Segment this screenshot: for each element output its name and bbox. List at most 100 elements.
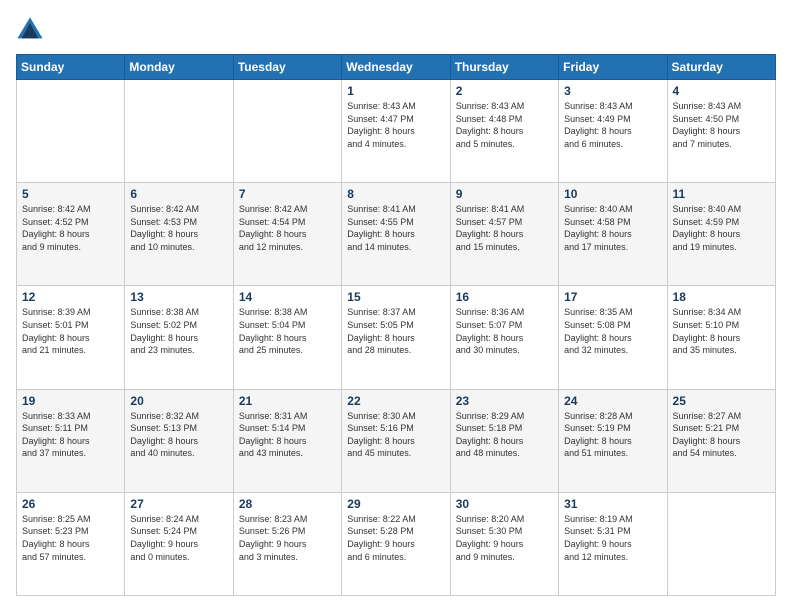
calendar-header: SundayMondayTuesdayWednesdayThursdayFrid… (17, 55, 776, 80)
cell-info: Sunrise: 8:41 AM Sunset: 4:57 PM Dayligh… (456, 203, 553, 253)
day-number: 8 (347, 187, 444, 201)
cell-info: Sunrise: 8:35 AM Sunset: 5:08 PM Dayligh… (564, 306, 661, 356)
calendar-week-row: 26 Sunrise: 8:25 AM Sunset: 5:23 PM Dayli… (17, 492, 776, 595)
weekday-header: Sunday (17, 55, 125, 80)
calendar-cell: 5 Sunrise: 8:42 AM Sunset: 4:52 PM Daylig… (17, 183, 125, 286)
calendar-cell: 9 Sunrise: 8:41 AM Sunset: 4:57 PM Daylig… (450, 183, 558, 286)
calendar: SundayMondayTuesdayWednesdayThursdayFrid… (16, 54, 776, 596)
calendar-cell: 3 Sunrise: 8:43 AM Sunset: 4:49 PM Daylig… (559, 80, 667, 183)
calendar-cell (233, 80, 341, 183)
day-number: 15 (347, 290, 444, 304)
calendar-cell: 19 Sunrise: 8:33 AM Sunset: 5:11 PM Dayli… (17, 389, 125, 492)
day-number: 23 (456, 394, 553, 408)
day-number: 12 (22, 290, 119, 304)
cell-info: Sunrise: 8:22 AM Sunset: 5:28 PM Dayligh… (347, 513, 444, 563)
weekday-header: Wednesday (342, 55, 450, 80)
day-number: 4 (673, 84, 770, 98)
cell-info: Sunrise: 8:43 AM Sunset: 4:50 PM Dayligh… (673, 100, 770, 150)
day-number: 27 (130, 497, 227, 511)
cell-info: Sunrise: 8:39 AM Sunset: 5:01 PM Dayligh… (22, 306, 119, 356)
cell-info: Sunrise: 8:42 AM Sunset: 4:54 PM Dayligh… (239, 203, 336, 253)
day-number: 20 (130, 394, 227, 408)
calendar-cell: 24 Sunrise: 8:28 AM Sunset: 5:19 PM Dayli… (559, 389, 667, 492)
calendar-cell: 27 Sunrise: 8:24 AM Sunset: 5:24 PM Dayli… (125, 492, 233, 595)
cell-info: Sunrise: 8:24 AM Sunset: 5:24 PM Dayligh… (130, 513, 227, 563)
header (16, 16, 776, 44)
cell-info: Sunrise: 8:43 AM Sunset: 4:48 PM Dayligh… (456, 100, 553, 150)
day-number: 9 (456, 187, 553, 201)
calendar-cell: 29 Sunrise: 8:22 AM Sunset: 5:28 PM Dayli… (342, 492, 450, 595)
day-number: 3 (564, 84, 661, 98)
calendar-cell: 12 Sunrise: 8:39 AM Sunset: 5:01 PM Dayli… (17, 286, 125, 389)
day-number: 26 (22, 497, 119, 511)
day-number: 21 (239, 394, 336, 408)
cell-info: Sunrise: 8:40 AM Sunset: 4:59 PM Dayligh… (673, 203, 770, 253)
calendar-cell: 15 Sunrise: 8:37 AM Sunset: 5:05 PM Dayli… (342, 286, 450, 389)
calendar-cell (17, 80, 125, 183)
day-number: 14 (239, 290, 336, 304)
calendar-cell: 1Sunrise: 8:43 AM Sunset: 4:47 PM Daylig… (342, 80, 450, 183)
day-number: 31 (564, 497, 661, 511)
cell-info: Sunrise: 8:38 AM Sunset: 5:02 PM Dayligh… (130, 306, 227, 356)
calendar-week-row: 1Sunrise: 8:43 AM Sunset: 4:47 PM Daylig… (17, 80, 776, 183)
calendar-cell: 7 Sunrise: 8:42 AM Sunset: 4:54 PM Daylig… (233, 183, 341, 286)
day-number: 29 (347, 497, 444, 511)
calendar-cell: 20 Sunrise: 8:32 AM Sunset: 5:13 PM Dayli… (125, 389, 233, 492)
calendar-cell: 25Sunrise: 8:27 AM Sunset: 5:21 PM Dayli… (667, 389, 775, 492)
weekday-header: Tuesday (233, 55, 341, 80)
cell-info: Sunrise: 8:28 AM Sunset: 5:19 PM Dayligh… (564, 410, 661, 460)
day-number: 19 (22, 394, 119, 408)
calendar-week-row: 5 Sunrise: 8:42 AM Sunset: 4:52 PM Daylig… (17, 183, 776, 286)
calendar-body: 1Sunrise: 8:43 AM Sunset: 4:47 PM Daylig… (17, 80, 776, 596)
day-number: 22 (347, 394, 444, 408)
calendar-cell: 30Sunrise: 8:20 AM Sunset: 5:30 PM Dayli… (450, 492, 558, 595)
calendar-cell (125, 80, 233, 183)
logo (16, 16, 48, 44)
cell-info: Sunrise: 8:29 AM Sunset: 5:18 PM Dayligh… (456, 410, 553, 460)
calendar-cell: 31 Sunrise: 8:19 AM Sunset: 5:31 PM Dayli… (559, 492, 667, 595)
day-number: 30 (456, 497, 553, 511)
weekday-header: Monday (125, 55, 233, 80)
calendar-week-row: 12 Sunrise: 8:39 AM Sunset: 5:01 PM Dayli… (17, 286, 776, 389)
calendar-cell: 16Sunrise: 8:36 AM Sunset: 5:07 PM Dayli… (450, 286, 558, 389)
day-number: 7 (239, 187, 336, 201)
cell-info: Sunrise: 8:23 AM Sunset: 5:26 PM Dayligh… (239, 513, 336, 563)
weekday-header: Friday (559, 55, 667, 80)
cell-info: Sunrise: 8:19 AM Sunset: 5:31 PM Dayligh… (564, 513, 661, 563)
calendar-cell: 21 Sunrise: 8:31 AM Sunset: 5:14 PM Dayli… (233, 389, 341, 492)
calendar-cell: 22 Sunrise: 8:30 AM Sunset: 5:16 PM Dayli… (342, 389, 450, 492)
day-number: 28 (239, 497, 336, 511)
weekday-header: Thursday (450, 55, 558, 80)
calendar-cell: 8Sunrise: 8:41 AM Sunset: 4:55 PM Daylig… (342, 183, 450, 286)
cell-info: Sunrise: 8:25 AM Sunset: 5:23 PM Dayligh… (22, 513, 119, 563)
calendar-cell: 28 Sunrise: 8:23 AM Sunset: 5:26 PM Dayli… (233, 492, 341, 595)
page: SundayMondayTuesdayWednesdayThursdayFrid… (0, 0, 792, 612)
cell-info: Sunrise: 8:38 AM Sunset: 5:04 PM Dayligh… (239, 306, 336, 356)
cell-info: Sunrise: 8:43 AM Sunset: 4:49 PM Dayligh… (564, 100, 661, 150)
cell-info: Sunrise: 8:30 AM Sunset: 5:16 PM Dayligh… (347, 410, 444, 460)
calendar-cell: 13 Sunrise: 8:38 AM Sunset: 5:02 PM Dayli… (125, 286, 233, 389)
calendar-cell (667, 492, 775, 595)
calendar-cell: 23 Sunrise: 8:29 AM Sunset: 5:18 PM Dayli… (450, 389, 558, 492)
weekday-header: Saturday (667, 55, 775, 80)
cell-info: Sunrise: 8:40 AM Sunset: 4:58 PM Dayligh… (564, 203, 661, 253)
calendar-cell: 17 Sunrise: 8:35 AM Sunset: 5:08 PM Dayli… (559, 286, 667, 389)
calendar-cell: 26 Sunrise: 8:25 AM Sunset: 5:23 PM Dayli… (17, 492, 125, 595)
cell-info: Sunrise: 8:43 AM Sunset: 4:47 PM Dayligh… (347, 100, 444, 150)
calendar-week-row: 19 Sunrise: 8:33 AM Sunset: 5:11 PM Dayli… (17, 389, 776, 492)
calendar-cell: 10 Sunrise: 8:40 AM Sunset: 4:58 PM Dayli… (559, 183, 667, 286)
day-number: 24 (564, 394, 661, 408)
day-number: 13 (130, 290, 227, 304)
cell-info: Sunrise: 8:34 AM Sunset: 5:10 PM Dayligh… (673, 306, 770, 356)
cell-info: Sunrise: 8:31 AM Sunset: 5:14 PM Dayligh… (239, 410, 336, 460)
day-number: 10 (564, 187, 661, 201)
weekday-row: SundayMondayTuesdayWednesdayThursdayFrid… (17, 55, 776, 80)
cell-info: Sunrise: 8:42 AM Sunset: 4:52 PM Dayligh… (22, 203, 119, 253)
cell-info: Sunrise: 8:37 AM Sunset: 5:05 PM Dayligh… (347, 306, 444, 356)
calendar-cell: 4 Sunrise: 8:43 AM Sunset: 4:50 PM Daylig… (667, 80, 775, 183)
cell-info: Sunrise: 8:33 AM Sunset: 5:11 PM Dayligh… (22, 410, 119, 460)
cell-info: Sunrise: 8:32 AM Sunset: 5:13 PM Dayligh… (130, 410, 227, 460)
day-number: 5 (22, 187, 119, 201)
day-number: 25 (673, 394, 770, 408)
day-number: 17 (564, 290, 661, 304)
